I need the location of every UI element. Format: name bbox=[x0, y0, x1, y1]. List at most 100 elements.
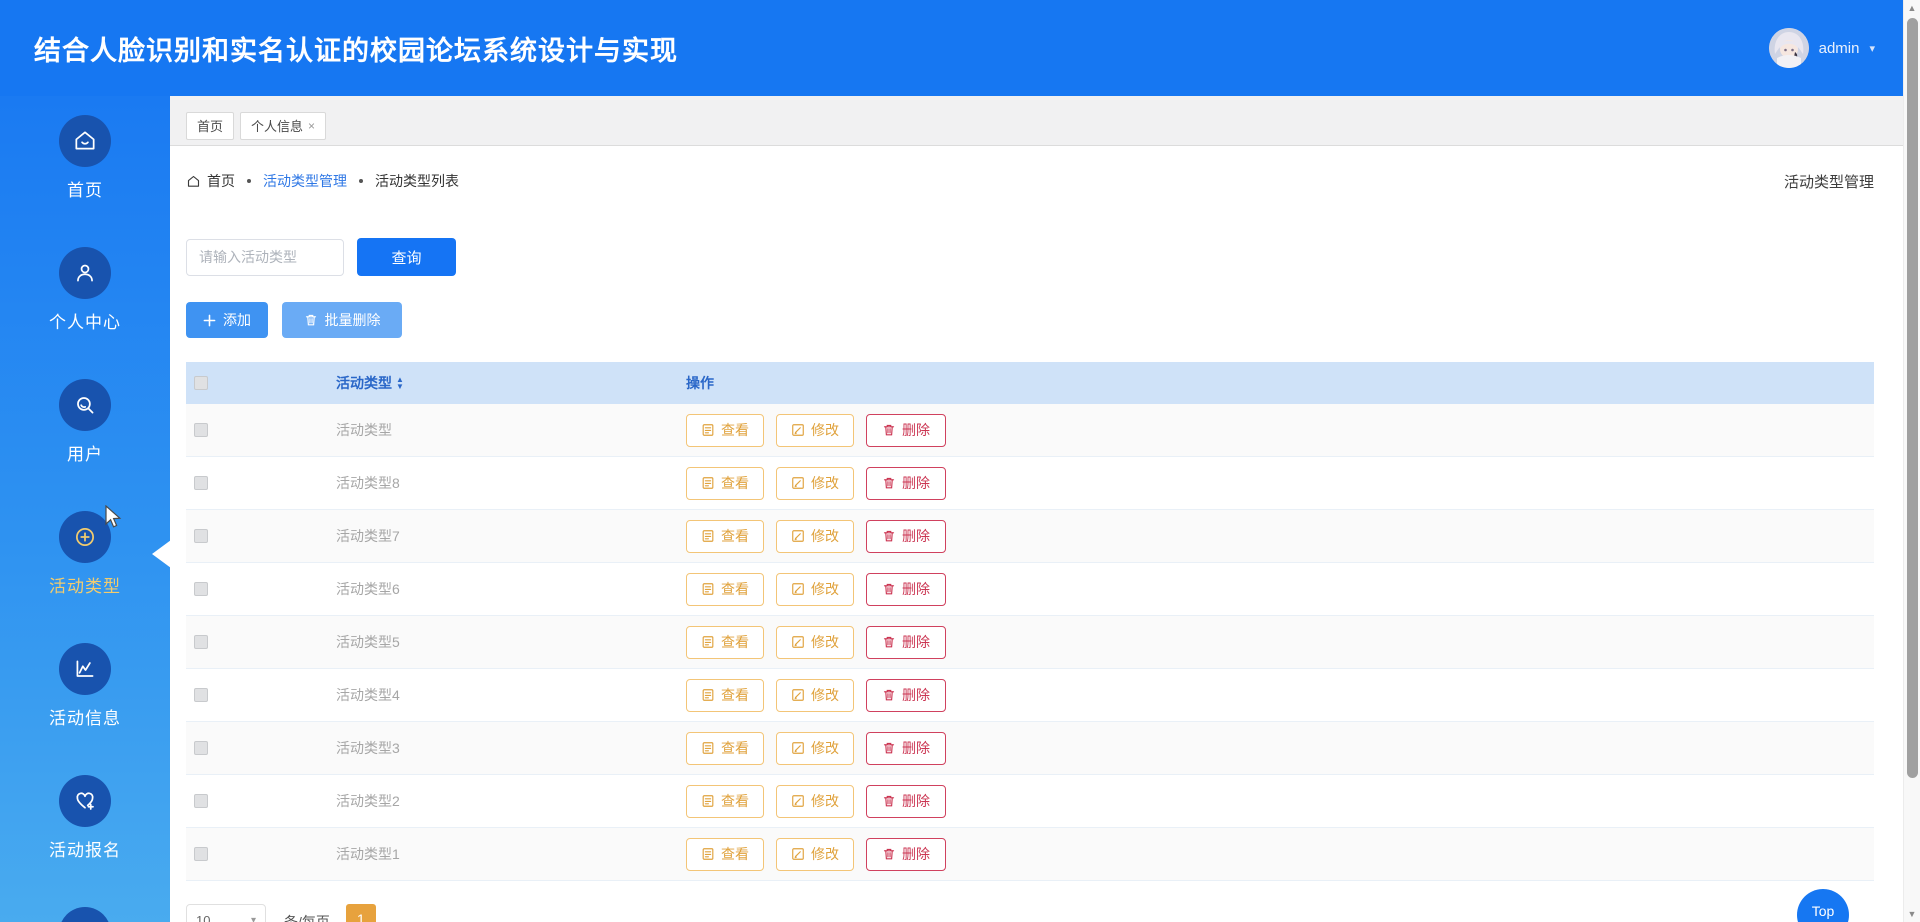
edit-button-label: 修改 bbox=[811, 846, 839, 862]
view-button-label: 查看 bbox=[721, 634, 749, 650]
view-button[interactable]: 查看 bbox=[686, 572, 764, 606]
activity-type-cell: 活动类型5 bbox=[336, 634, 400, 650]
sidebar-item-activity-signup[interactable]: 活动报名 bbox=[49, 775, 121, 861]
table-body: 活动类型 查看 修改 删除 活动类型8 查看 修改 删除 活动类型7 查看 修改… bbox=[186, 404, 1874, 881]
add-button[interactable]: 添加 bbox=[186, 302, 268, 338]
view-button[interactable]: 查看 bbox=[686, 413, 764, 447]
batch-delete-label: 批量删除 bbox=[324, 312, 381, 328]
edit-icon bbox=[792, 530, 804, 542]
table-row: 活动类型 查看 修改 删除 bbox=[186, 404, 1874, 457]
scrollbar-thumb[interactable] bbox=[1906, 18, 1918, 778]
delete-button[interactable]: 删除 bbox=[866, 572, 946, 606]
edit-button[interactable]: 修改 bbox=[776, 519, 854, 553]
tab-bar: 首页 个人信息 × bbox=[170, 96, 1920, 146]
column-header-type[interactable]: 活动类型 ▲ ▼ bbox=[336, 373, 686, 393]
activity-type-cell: 活动类型4 bbox=[336, 687, 400, 703]
sort-icon[interactable]: ▲ ▼ bbox=[396, 376, 404, 391]
delete-button[interactable]: 删除 bbox=[866, 625, 946, 659]
edit-button-label: 修改 bbox=[811, 740, 839, 756]
row-checkbox[interactable] bbox=[194, 635, 208, 649]
delete-button[interactable]: 删除 bbox=[866, 678, 946, 712]
view-button[interactable]: 查看 bbox=[686, 678, 764, 712]
activity-type-table: 活动类型 ▲ ▼ 操作 活动类型 查看 修改 删除 活动类型8 查看 修改 删除… bbox=[186, 362, 1874, 881]
view-button[interactable]: 查看 bbox=[686, 731, 764, 765]
trash-icon bbox=[883, 530, 895, 542]
row-checkbox[interactable] bbox=[194, 688, 208, 702]
person-icon bbox=[77, 264, 93, 282]
view-button[interactable]: 查看 bbox=[686, 625, 764, 659]
edit-button[interactable]: 修改 bbox=[776, 678, 854, 712]
scroll-down-arrow-icon[interactable]: ▼ bbox=[1904, 906, 1920, 922]
sidebar-item-users[interactable]: 用户 bbox=[59, 379, 111, 465]
activity-type-cell: 活动类型 bbox=[336, 422, 392, 438]
avatar[interactable] bbox=[1768, 28, 1809, 68]
breadcrumb-home[interactable]: 首页 bbox=[207, 171, 235, 191]
table-row: 活动类型4 查看 修改 删除 bbox=[186, 669, 1874, 722]
query-button[interactable]: 查询 bbox=[357, 238, 456, 276]
edit-icon bbox=[792, 742, 804, 754]
delete-button-label: 删除 bbox=[902, 475, 930, 491]
breadcrumb: 首页 活动类型管理 活动类型列表 活动类型管理 bbox=[186, 170, 1874, 192]
sidebar-item-label: 活动信息 bbox=[49, 709, 121, 728]
delete-button-label: 删除 bbox=[902, 422, 930, 438]
user-menu[interactable]: admin ▾ bbox=[1768, 28, 1875, 68]
delete-button[interactable]: 删除 bbox=[866, 519, 946, 553]
tab-label: 个人信息 bbox=[251, 119, 304, 134]
row-checkbox[interactable] bbox=[194, 423, 208, 437]
batch-delete-button[interactable]: 批量删除 bbox=[282, 302, 402, 338]
row-checkbox[interactable] bbox=[194, 794, 208, 808]
chevron-down-icon[interactable]: ▾ bbox=[1869, 42, 1875, 55]
search-input[interactable] bbox=[186, 238, 344, 276]
tab-home[interactable]: 首页 bbox=[186, 112, 235, 140]
edit-button[interactable]: 修改 bbox=[776, 625, 854, 659]
scroll-up-arrow-icon[interactable]: ▲ bbox=[1904, 0, 1920, 16]
delete-button[interactable]: 删除 bbox=[866, 466, 946, 500]
delete-button[interactable]: 删除 bbox=[866, 413, 946, 447]
table-row: 活动类型5 查看 修改 删除 bbox=[186, 616, 1874, 669]
sidebar-item-activity-info[interactable]: 活动信息 bbox=[49, 643, 121, 729]
view-icon bbox=[702, 689, 714, 701]
edit-button[interactable]: 修改 bbox=[776, 466, 854, 500]
breadcrumb-section-link[interactable]: 活动类型管理 bbox=[263, 171, 347, 191]
row-checkbox[interactable] bbox=[194, 741, 208, 755]
view-button-label: 查看 bbox=[721, 528, 749, 544]
edit-button[interactable]: 修改 bbox=[776, 731, 854, 765]
sidebar-item-user-audit[interactable] bbox=[59, 907, 111, 922]
trash-icon bbox=[883, 795, 895, 807]
select-all-checkbox[interactable] bbox=[194, 376, 208, 390]
view-button[interactable]: 查看 bbox=[686, 519, 764, 553]
edit-button[interactable]: 修改 bbox=[776, 837, 854, 871]
edit-icon bbox=[792, 689, 804, 701]
view-button[interactable]: 查看 bbox=[686, 784, 764, 818]
page-size-select[interactable]: 10 ▾ bbox=[186, 904, 266, 922]
sidebar-item-home[interactable]: 首页 bbox=[59, 115, 111, 201]
activity-type-cell: 活动类型1 bbox=[336, 846, 400, 862]
delete-button[interactable]: 删除 bbox=[866, 837, 946, 871]
edit-button[interactable]: 修改 bbox=[776, 784, 854, 818]
row-checkbox[interactable] bbox=[194, 476, 208, 490]
edit-button[interactable]: 修改 bbox=[776, 413, 854, 447]
delete-button[interactable]: 删除 bbox=[866, 731, 946, 765]
activity-type-cell: 活动类型8 bbox=[336, 475, 400, 491]
edit-button-label: 修改 bbox=[811, 581, 839, 597]
view-button[interactable]: 查看 bbox=[686, 837, 764, 871]
row-checkbox[interactable] bbox=[194, 582, 208, 596]
activity-type-cell: 活动类型3 bbox=[336, 740, 400, 756]
edit-button[interactable]: 修改 bbox=[776, 572, 854, 606]
sidebar-item-profile[interactable]: 个人中心 bbox=[49, 247, 121, 333]
edit-button-label: 修改 bbox=[811, 793, 839, 809]
line-chart-icon bbox=[76, 660, 94, 677]
activity-type-cell: 活动类型2 bbox=[336, 793, 400, 809]
row-checkbox[interactable] bbox=[194, 529, 208, 543]
delete-button-label: 删除 bbox=[902, 634, 930, 650]
row-checkbox[interactable] bbox=[194, 847, 208, 861]
close-icon[interactable]: × bbox=[308, 119, 315, 133]
delete-button[interactable]: 删除 bbox=[866, 784, 946, 818]
delete-button-label: 删除 bbox=[902, 793, 930, 809]
user-name[interactable]: admin bbox=[1819, 40, 1860, 57]
page-size-unit: 条/每页 bbox=[284, 914, 330, 922]
trash-icon bbox=[883, 424, 895, 436]
page-number-button[interactable]: 1 bbox=[345, 904, 376, 922]
view-button[interactable]: 查看 bbox=[686, 466, 764, 500]
tab-personal-info[interactable]: 个人信息 × bbox=[240, 112, 327, 140]
